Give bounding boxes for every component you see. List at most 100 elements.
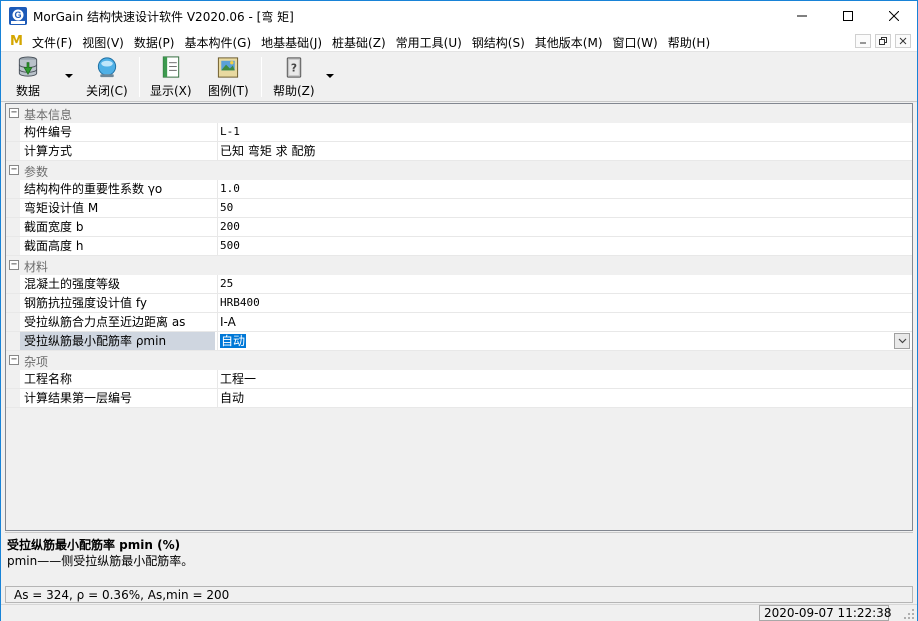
menu-steel[interactable]: 钢结构(S) — [469, 34, 532, 51]
property-row-design-moment[interactable]: 弯矩设计值 M 50 — [6, 199, 912, 218]
category-row-parameters[interactable]: − 参数 — [6, 161, 912, 180]
resize-grip-icon[interactable] — [903, 608, 915, 620]
mdi-minimize-button[interactable] — [855, 34, 871, 48]
row-margin — [6, 370, 20, 388]
property-value[interactable]: 200 — [220, 218, 240, 236]
row-margin — [6, 389, 20, 407]
property-value[interactable]: 25 — [220, 275, 233, 293]
minimize-button[interactable] — [779, 1, 825, 31]
menu-other-versions[interactable]: 其他版本(M) — [532, 34, 610, 51]
maximize-button[interactable] — [825, 1, 871, 31]
property-row-project-name[interactable]: 工程名称 工程一 — [6, 370, 912, 389]
minimize-icon — [797, 15, 807, 17]
property-value[interactable]: 自动 — [220, 389, 244, 407]
property-row-section-width[interactable]: 截面宽度 b 200 — [6, 218, 912, 237]
chevron-down-icon[interactable] — [64, 73, 74, 79]
category-row-materials[interactable]: − 材料 — [6, 256, 912, 275]
column-divider — [217, 370, 218, 389]
property-value[interactable]: 500 — [220, 237, 240, 255]
menu-tools[interactable]: 常用工具(U) — [393, 34, 469, 51]
close-button[interactable]: 关闭(C) — [86, 55, 128, 99]
minimize-icon — [860, 42, 866, 44]
value-dropdown-button[interactable] — [894, 333, 910, 349]
menu-file[interactable]: 文件(F) — [29, 34, 79, 51]
result-text: As = 324, ρ = 0.36%, As,min = 200 — [14, 588, 230, 602]
property-grid-rows: − 基本信息 构件编号 L-1 计算方式 已知 弯矩 求 配筋 − 参数 结构构… — [6, 104, 912, 408]
collapse-toggle[interactable]: − — [9, 260, 19, 270]
maximize-icon — [843, 11, 853, 21]
menu-window[interactable]: 窗口(W) — [610, 34, 665, 51]
svg-text:?: ? — [291, 62, 297, 74]
property-row-rebar-cover[interactable]: 受拉纵筋合力点至近边距离 as Ⅰ-A — [6, 313, 912, 332]
property-value[interactable]: L-1 — [220, 123, 240, 141]
property-row-importance-factor[interactable]: 结构构件的重要性系数 γo 1.0 — [6, 180, 912, 199]
help-button[interactable]: ? 帮助(Z) — [273, 55, 315, 99]
chevron-down-icon[interactable] — [325, 73, 335, 79]
display-button[interactable]: 显示(X) — [150, 55, 192, 99]
description-title: 受拉纵筋最小配筋率 pmin (%) — [7, 538, 181, 552]
property-row-section-height[interactable]: 截面高度 h 500 — [6, 237, 912, 256]
column-divider — [217, 218, 218, 237]
property-name: 截面宽度 b — [24, 220, 84, 234]
collapse-toggle[interactable]: − — [9, 108, 19, 118]
menu-basic-members[interactable]: 基本构件(G) — [181, 34, 258, 51]
property-value-editor[interactable]: 自动 — [220, 332, 247, 350]
collapse-toggle[interactable]: − — [9, 355, 19, 365]
description-body: pmin——侧受拉纵筋最小配筋率。 — [7, 554, 194, 568]
restore-icon — [879, 37, 887, 45]
property-row-concrete-grade[interactable]: 混凝土的强度等级 25 — [6, 275, 912, 294]
document-display-icon — [162, 56, 179, 78]
collapse-toggle[interactable]: − — [9, 165, 19, 175]
column-divider — [217, 142, 218, 161]
menu-logo: M — [10, 34, 23, 49]
row-margin — [6, 199, 20, 217]
legend-image-icon — [218, 57, 239, 78]
property-value[interactable]: 50 — [220, 199, 233, 217]
category-row-basic-info[interactable]: − 基本信息 — [6, 104, 912, 123]
property-row-min-reinforcement-ratio[interactable]: 受拉纵筋最小配筋率 ρmin 自动 — [6, 332, 912, 351]
display-button-label: 显示(X) — [150, 84, 192, 98]
legend-button[interactable]: 图例(T) — [208, 55, 249, 99]
property-name: 计算方式 — [24, 144, 73, 158]
row-margin — [6, 294, 20, 312]
property-value[interactable]: 已知 弯矩 求 配筋 — [220, 142, 315, 160]
app-logo-icon: G — [9, 7, 27, 25]
mdi-restore-button[interactable] — [875, 34, 891, 48]
close-button-label: 关闭(C) — [86, 84, 128, 98]
window-title: MorGain 结构快速设计软件 V2020.06 - [弯 矩] — [33, 10, 294, 24]
property-value[interactable]: Ⅰ-A — [220, 313, 236, 331]
menu-bar: M 文件(F) 视图(V) 数据(P) 基本构件(G) 地基基础(J) 桩基础(… — [1, 31, 917, 52]
menu-view[interactable]: 视图(V) — [79, 34, 131, 51]
row-margin — [6, 275, 20, 293]
category-row-misc[interactable]: − 杂项 — [6, 351, 912, 370]
property-value[interactable]: 1.0 — [220, 180, 240, 198]
title-bar[interactable]: G MorGain 结构快速设计软件 V2020.06 - [弯 矩] — [1, 1, 917, 31]
property-name: 钢筋抗拉强度设计值 fy — [24, 296, 147, 310]
selected-value-text[interactable]: 自动 — [220, 334, 247, 348]
toolbar-separator — [261, 57, 262, 97]
property-description-panel: 受拉纵筋最小配筋率 pmin (%) pmin——侧受拉纵筋最小配筋率。 — [5, 532, 913, 586]
row-margin — [6, 142, 20, 160]
property-row-calc-method[interactable]: 计算方式 已知 弯矩 求 配筋 — [6, 142, 912, 161]
property-value[interactable]: HRB400 — [220, 294, 260, 312]
column-divider — [217, 199, 218, 218]
menu-data[interactable]: 数据(P) — [131, 34, 182, 51]
data-button[interactable]: 数据 — [15, 55, 41, 99]
app-window: G MorGain 结构快速设计软件 V2020.06 - [弯 矩] M 文件… — [0, 0, 918, 621]
menu-foundation[interactable]: 地基基础(J) — [258, 34, 329, 51]
column-divider — [217, 332, 218, 351]
help-book-icon: ? — [286, 57, 302, 78]
category-label: 参数 — [24, 165, 49, 179]
close-icon — [889, 11, 899, 21]
mdi-close-button[interactable] — [895, 34, 911, 48]
property-name: 结构构件的重要性系数 γo — [24, 182, 163, 196]
property-row-first-layer-number[interactable]: 计算结果第一层编号 自动 — [6, 389, 912, 408]
property-name: 弯矩设计值 M — [24, 201, 99, 215]
property-row-member-id[interactable]: 构件编号 L-1 — [6, 123, 912, 142]
property-value[interactable]: 工程一 — [220, 370, 256, 388]
menu-help[interactable]: 帮助(H) — [665, 34, 717, 51]
close-window-button[interactable] — [871, 1, 917, 31]
menu-pile-foundation[interactable]: 桩基础(Z) — [329, 34, 393, 51]
status-datetime: 2020-09-07 11:22:38 — [759, 605, 891, 621]
property-row-steel-strength[interactable]: 钢筋抗拉强度设计值 fy HRB400 — [6, 294, 912, 313]
